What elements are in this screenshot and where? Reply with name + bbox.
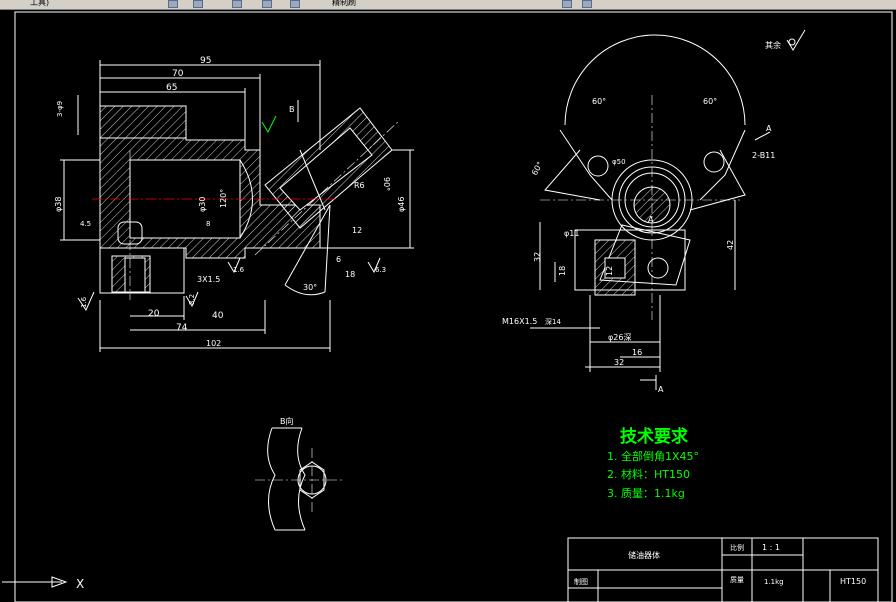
angle-60-right: 60° — [703, 97, 717, 106]
dim-18: 18 — [345, 270, 355, 279]
cad-drawing-canvas[interactable]: 95 70 65 3-φ9 φ38 φ30 120° 3X1.5 20 40 7… — [0, 9, 896, 602]
tech-req-item-2: 2. 材料：HT150 — [607, 467, 690, 481]
side-view — [530, 34, 771, 390]
view-b-label: B向 — [280, 416, 294, 426]
view-a-bottom-label: A — [658, 385, 664, 394]
ucs-x-label: X — [76, 577, 84, 591]
toolbar-icon-3[interactable] — [232, 0, 242, 8]
toolbar-icon-1[interactable] — [168, 0, 178, 8]
roughness-note-text: 其余 — [765, 40, 781, 50]
dim-phi11: φ11 — [564, 229, 579, 238]
angle-60-side: 60° — [530, 160, 545, 177]
dim-70: 70 — [172, 69, 184, 79]
toolbar-left-text: 工具) — [30, 0, 50, 7]
title-block-text: 储油器体 比例 1 : 1 质量 1.1kg HT150 制图 — [574, 543, 866, 586]
dim-102: 102 — [206, 339, 221, 348]
title-block — [567, 537, 879, 602]
toolbar-right-text: 精制刷 — [332, 0, 356, 7]
ucs-icon — [2, 576, 68, 588]
toolbar-icon-2[interactable] — [193, 0, 203, 8]
title-block-scale-value: 1 : 1 — [762, 543, 780, 552]
dim-3-phi9: 3-φ9 — [56, 101, 64, 117]
title-block-scale-label: 比例 — [730, 543, 744, 552]
dim-16: 16 — [632, 348, 642, 357]
tech-req-title: 技术要求 — [620, 426, 688, 447]
dim-12: 12 — [352, 226, 362, 235]
side-view-dimensions: 60° 60° 60° 2-B11 φ11 32 18 12 42 M16X1.… — [502, 97, 775, 394]
title-block-mass-label: 质量 — [730, 575, 744, 584]
dim-12-vert: 12 — [605, 266, 614, 276]
dim-ra16: 1.6 — [233, 266, 245, 274]
technical-requirements: 技术要求 1. 全部倒角1X45° 2. 材料：HT150 3. 质量：1.1k… — [607, 426, 699, 500]
dim-18-vert: 18 — [558, 266, 567, 276]
toolbar-icon-4[interactable] — [262, 0, 272, 8]
dim-r6: R6 — [354, 181, 365, 190]
section-label-a-center: A — [648, 215, 654, 224]
dim-ra16-left: 1.6 — [80, 296, 88, 308]
dim-30deg: 30° — [303, 283, 317, 292]
dim-95: 95 — [200, 56, 211, 66]
title-block-part-name: 储油器体 — [628, 550, 660, 560]
thread-depth: 深14 — [545, 317, 561, 326]
dim-2-b11: 2-B11 — [752, 151, 775, 160]
dim-40: 40 — [212, 311, 224, 321]
title-block-drawn-label: 制图 — [574, 577, 588, 586]
dim-ra8: 8 — [206, 220, 210, 228]
view-a-arrow-label: A — [766, 124, 772, 133]
dim-20: 20 — [148, 309, 160, 319]
arrow-b-label: B — [289, 105, 295, 114]
dim-phi30: φ30 — [198, 197, 207, 212]
dim-32-horiz: 32 — [614, 358, 624, 367]
dim-120deg: 120° — [219, 189, 228, 208]
dim-phi50: φ50 — [612, 158, 626, 166]
front-section-view — [60, 60, 414, 352]
dim-6: 6 — [336, 255, 341, 264]
dim-3x15: 3X1.5 — [197, 275, 220, 284]
dim-phi46: φ46 — [397, 197, 406, 212]
dim-ra32: 3.2 — [188, 294, 196, 305]
dim-ra63: 6.3 — [375, 266, 386, 274]
angle-60-left: 60° — [592, 97, 606, 106]
drawing-frame — [14, 11, 893, 602]
toolbar-icon-7[interactable] — [582, 0, 592, 8]
dim-ra45: 4.5 — [80, 220, 91, 228]
toolbar-icon-5[interactable] — [290, 0, 300, 8]
thread-spec: M16X1.5 — [502, 317, 537, 326]
dim-phi38: φ38 — [54, 197, 63, 212]
dim-74: 74 — [176, 323, 188, 333]
title-block-mass-value: 1.1kg — [764, 578, 784, 586]
roughness-note: 其余 — [765, 29, 806, 51]
tech-req-item-3: 3. 质量：1.1kg — [607, 487, 685, 500]
dim-65: 65 — [166, 83, 177, 93]
view-b — [255, 427, 345, 531]
dim-phi26: φ26深 — [608, 333, 631, 342]
toolbar-icon-6[interactable] — [562, 0, 572, 8]
dim-32-vert: 32 — [533, 252, 542, 262]
dim-90deg: 90° — [382, 177, 391, 191]
title-block-material: HT150 — [840, 577, 866, 586]
tech-req-item-1: 1. 全部倒角1X45° — [607, 449, 699, 463]
dim-42-vert: 42 — [726, 240, 735, 250]
